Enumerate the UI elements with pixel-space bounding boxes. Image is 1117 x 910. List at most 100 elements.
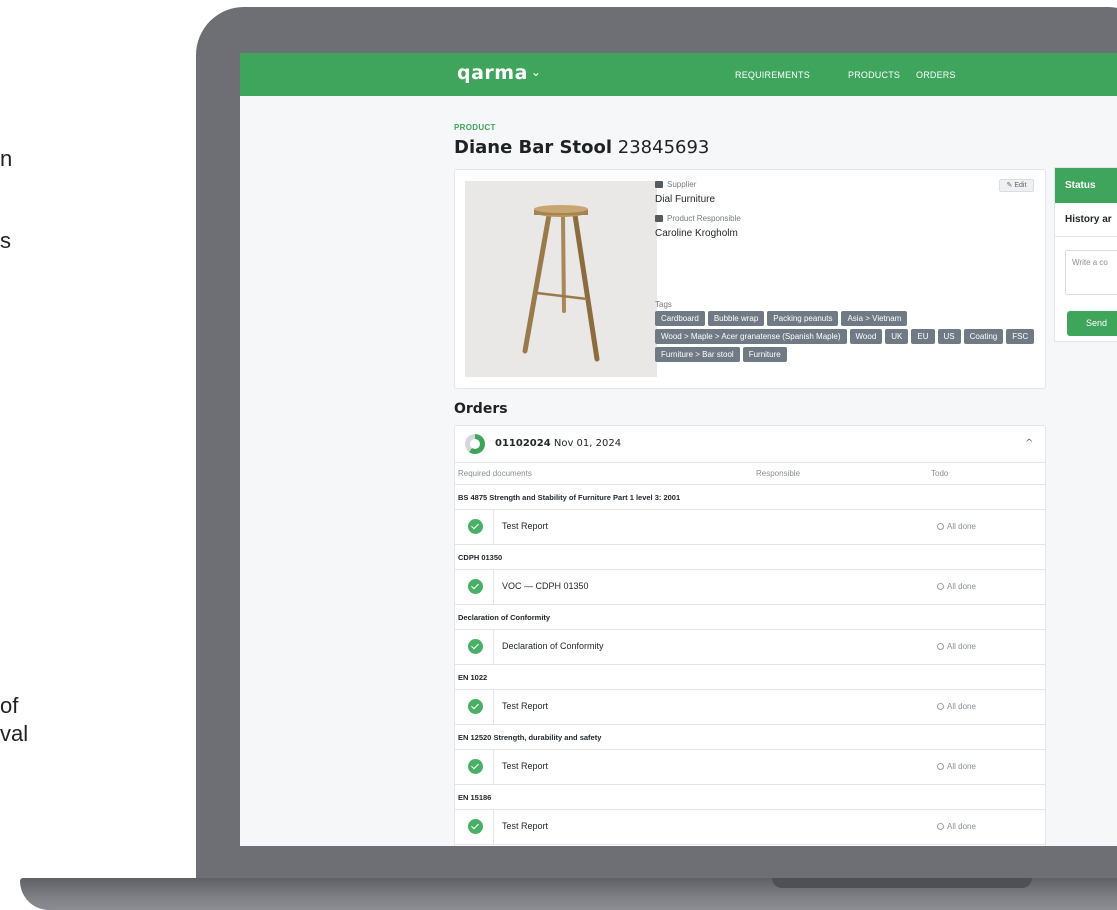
tags-list: Cardboard Bubble wrap Packing peanuts As… [655, 311, 1035, 362]
tags-label: Tags [655, 300, 672, 309]
check-circle-icon [468, 639, 483, 654]
qarma-logo[interactable]: qarma ⌄ [457, 62, 541, 84]
status-tab[interactable]: Status [1055, 168, 1117, 203]
order-header[interactable]: 01102024 Nov 01, 2024 ^ [455, 426, 1045, 463]
document-name: Test Report [502, 761, 549, 771]
page-title: Diane Bar Stool 23845693 [454, 137, 709, 158]
tag-item[interactable]: UK [885, 329, 909, 344]
requirement-group-row: EN 12520 Strength, durability and safety [455, 725, 1045, 750]
nav-link-requirements[interactable]: REQUIREMENTS [735, 70, 810, 80]
tag-item[interactable]: Furniture [742, 347, 787, 362]
nav-link-products[interactable]: PRODUCTS [848, 70, 900, 80]
order-date: Nov 01, 2024 [553, 438, 622, 449]
order-progress-donut [465, 434, 485, 454]
check-circle-icon [468, 759, 483, 774]
column-responsible: Responsible [756, 469, 801, 478]
tag-item[interactable]: Wood [849, 329, 883, 344]
top-navbar: qarma ⌄ REQUIREMENTS PRODUCTS ORDERS [240, 53, 1117, 96]
done-circle-icon [937, 823, 944, 830]
tag-item[interactable]: EU [911, 329, 935, 344]
send-button[interactable]: Send [1067, 311, 1117, 336]
marketing-stage: n s of val qarma ⌄ REQUIREMENTS PRODUCTS … [0, 0, 1117, 910]
row-divider [493, 750, 494, 785]
check-circle-icon [468, 579, 483, 594]
documents-table-header: Required documents Responsible Todo [455, 463, 1045, 485]
supplier-label: Supplier [655, 180, 696, 189]
todo-status: All done [937, 522, 976, 531]
document-row[interactable]: VOC — CDPH 01350 All done [455, 570, 1045, 605]
column-todo: Todo [931, 469, 949, 478]
row-divider [493, 690, 494, 725]
tag-item[interactable]: Packing peanuts [767, 311, 839, 326]
done-circle-icon [937, 523, 944, 530]
document-name: Declaration of Conformity [502, 641, 604, 651]
row-divider [493, 630, 494, 665]
done-circle-icon [937, 703, 944, 710]
bar-stool-image [522, 205, 600, 362]
done-circle-icon [937, 763, 944, 770]
edit-label: Edit [1014, 182, 1027, 189]
comment-input[interactable]: Write a co [1065, 250, 1117, 295]
done-circle-icon [937, 583, 944, 590]
todo-status-text: All done [947, 702, 976, 711]
responsible-label: Product Responsible [655, 214, 741, 223]
laptop-screen: qarma ⌄ REQUIREMENTS PRODUCTS ORDERS PROD… [240, 53, 1117, 846]
product-name: Diane Bar Stool [454, 137, 613, 158]
product-photo [465, 181, 657, 377]
row-divider [493, 510, 494, 545]
edit-button[interactable]: ✎ Edit [999, 179, 1034, 192]
todo-status-text: All done [947, 522, 976, 531]
side-text-line-3: of [0, 693, 19, 718]
check-circle-icon [468, 819, 483, 834]
tag-item[interactable]: Furniture > Bar stool [655, 347, 740, 362]
supplier-label-text: Supplier [667, 180, 697, 189]
tag-item[interactable]: Bubble wrap [707, 311, 765, 326]
tag-item[interactable]: Wood > Maple > Acer granatense (Spanish … [655, 329, 847, 344]
responsible-label-text: Product Responsible [667, 214, 741, 223]
history-tab[interactable]: History ar [1055, 203, 1117, 237]
tag-item[interactable]: Coating [963, 329, 1004, 344]
document-row[interactable]: Test Report All done [455, 810, 1045, 845]
column-required-documents: Required documents [458, 469, 532, 478]
logo-text: qarma [457, 62, 528, 84]
row-divider [493, 810, 494, 845]
order-id: 01102024 Nov 01, 2024 [495, 438, 621, 449]
todo-status-text: All done [947, 762, 976, 771]
todo-status-text: All done [947, 642, 976, 651]
requirement-group-row: CDPH 01350 [455, 545, 1045, 570]
requirement-group-row: Declaration of Conformity [455, 605, 1045, 630]
chevron-up-icon[interactable]: ^ [1025, 438, 1033, 449]
todo-status: All done [937, 642, 976, 651]
todo-status-text: All done [947, 822, 976, 831]
tag-item[interactable]: FSC [1006, 329, 1035, 344]
orders-heading: Orders [454, 401, 508, 417]
check-circle-icon [468, 519, 483, 534]
nav-link-orders[interactable]: ORDERS [916, 70, 956, 80]
requirement-group-row: EN 1022 [455, 665, 1045, 690]
todo-status: All done [937, 582, 976, 591]
pencil-icon: ✎ [1006, 182, 1013, 189]
check-circle-icon [468, 699, 483, 714]
side-text-line-1: n [0, 146, 13, 171]
product-card: Supplier Dial Furniture Product Responsi… [454, 169, 1046, 389]
side-text-line-4: val [0, 721, 29, 746]
tag-item[interactable]: Cardboard [655, 311, 705, 326]
todo-status: All done [937, 762, 976, 771]
document-row[interactable]: Test Report All done [455, 750, 1045, 785]
tag-item[interactable]: Asia > Vietnam [841, 311, 908, 326]
orders-card: 01102024 Nov 01, 2024 ^ Required documen… [454, 425, 1046, 846]
requirement-group-row: BS 4875 Strength and Stability of Furnit… [455, 485, 1045, 510]
page-eyebrow: PRODUCT [454, 123, 496, 132]
done-circle-icon [937, 643, 944, 650]
document-row[interactable]: Test Report All done [455, 690, 1045, 725]
side-text-line-2: s [0, 228, 11, 253]
todo-status-text: All done [947, 582, 976, 591]
tag-item[interactable]: US [937, 329, 961, 344]
document-row[interactable]: Declaration of Conformity All done [455, 630, 1045, 665]
person-icon [655, 215, 663, 222]
logo-chevron-down-icon[interactable]: ⌄ [531, 65, 542, 79]
supplier-icon [655, 181, 663, 188]
requirement-group-row: EN 15186 [455, 785, 1045, 810]
document-name: Test Report [502, 521, 549, 531]
document-row[interactable]: Test Report All done [455, 510, 1045, 545]
